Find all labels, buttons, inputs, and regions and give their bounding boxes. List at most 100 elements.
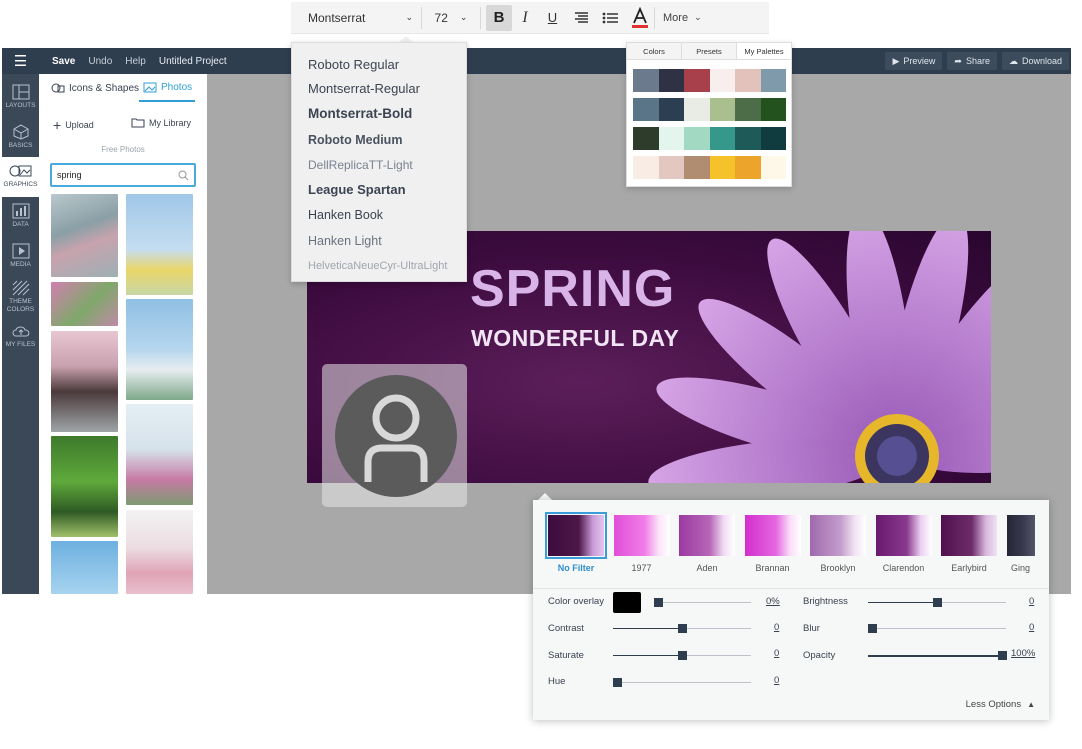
saturate-track[interactable]: [682, 655, 751, 656]
font-option[interactable]: DellReplicaTT-Light: [308, 158, 413, 172]
color-swatch[interactable]: [633, 127, 659, 150]
contrast-track[interactable]: [682, 628, 751, 629]
download-button[interactable]: ☁ Download: [1001, 52, 1069, 70]
my-library-button[interactable]: My Library: [131, 117, 191, 128]
less-options-button[interactable]: Less Options ▲: [966, 699, 1035, 710]
color-swatch[interactable]: [658, 98, 684, 121]
filter-label[interactable]: Earlybird: [936, 563, 1002, 573]
font-option[interactable]: Roboto Medium: [308, 133, 402, 147]
filter-thumb[interactable]: [1006, 515, 1035, 556]
rail-my-files[interactable]: MY FILES: [2, 317, 39, 357]
rail-layouts[interactable]: LAYOUTS: [2, 78, 39, 118]
color-swatch[interactable]: [633, 98, 659, 121]
rail-graphics[interactable]: GRAPHICS: [2, 157, 39, 197]
rail-data[interactable]: DATA: [2, 197, 39, 237]
color-swatch[interactable]: [760, 127, 786, 150]
brightness-knob[interactable]: [933, 598, 942, 607]
photo-thumb[interactable]: [126, 194, 193, 295]
hue-track[interactable]: [613, 682, 751, 683]
color-swatch[interactable]: [684, 98, 710, 121]
photo-thumb[interactable]: [51, 541, 118, 594]
rail-theme-colors[interactable]: THEME COLORS: [2, 274, 39, 318]
banner-title[interactable]: SPRING: [470, 259, 675, 319]
font-option[interactable]: Hanken Light: [308, 234, 382, 248]
color-swatch[interactable]: [760, 69, 786, 92]
tab-my-palettes[interactable]: My Palettes: [737, 43, 791, 59]
photo-thumb[interactable]: [51, 194, 118, 277]
font-option[interactable]: Montserrat-Bold: [308, 106, 412, 121]
search-icon[interactable]: [178, 170, 189, 181]
contrast-knob[interactable]: [678, 624, 687, 633]
filter-label[interactable]: Brannan: [740, 563, 806, 573]
color-swatch[interactable]: [709, 98, 735, 121]
color-swatch[interactable]: [709, 127, 735, 150]
filter-label[interactable]: Ging: [1002, 563, 1040, 573]
color-swatch[interactable]: [658, 156, 684, 179]
blur-knob[interactable]: [868, 624, 877, 633]
filter-thumb[interactable]: [744, 515, 801, 556]
save-button[interactable]: Save: [52, 56, 75, 67]
color-swatch[interactable]: [709, 156, 735, 179]
tab-icons-shapes[interactable]: Icons & Shapes: [51, 82, 139, 94]
font-family-dropdown[interactable]: Montserrat ⌄: [291, 11, 421, 25]
filter-label[interactable]: 1977: [609, 563, 675, 573]
filter-thumb[interactable]: [941, 515, 997, 556]
tab-colors[interactable]: Colors: [627, 43, 682, 59]
share-button[interactable]: ➦ Share: [947, 52, 997, 70]
font-option[interactable]: League Spartan: [308, 182, 406, 197]
font-option[interactable]: Montserrat-Regular: [308, 81, 420, 96]
filter-thumb[interactable]: [679, 515, 735, 556]
project-title[interactable]: Untitled Project: [159, 56, 227, 67]
filter-thumb[interactable]: [545, 512, 607, 559]
color-swatch[interactable]: [735, 156, 761, 179]
color-swatch[interactable]: [633, 156, 659, 179]
filter-thumb[interactable]: [810, 515, 866, 556]
photo-thumb[interactable]: [51, 436, 118, 537]
filter-label[interactable]: Brooklyn: [805, 563, 871, 573]
rail-basics[interactable]: BASICS: [2, 118, 39, 158]
font-size-dropdown[interactable]: 72 ⌄: [422, 11, 480, 25]
image-placeholder[interactable]: [322, 364, 467, 507]
menu-icon[interactable]: ☰: [2, 48, 39, 74]
underline-button[interactable]: U: [538, 10, 567, 25]
saturate-knob[interactable]: [678, 651, 687, 660]
more-dropdown[interactable]: More ⌄: [663, 12, 702, 24]
hue-knob[interactable]: [613, 678, 622, 687]
preview-button[interactable]: ▶ Preview: [885, 52, 943, 70]
tab-presets[interactable]: Presets: [682, 43, 737, 59]
color-swatch[interactable]: [633, 69, 659, 92]
color-swatch[interactable]: [735, 69, 761, 92]
color-swatch[interactable]: [684, 69, 710, 92]
font-option[interactable]: HelveticaNeueCyr-UltraLight: [308, 260, 447, 272]
photo-thumb[interactable]: [126, 510, 193, 594]
color-overlay-knob[interactable]: [654, 598, 663, 607]
color-swatch[interactable]: [658, 127, 684, 150]
filter-label[interactable]: Clarendon: [871, 563, 937, 573]
photo-thumb[interactable]: [126, 404, 193, 505]
color-swatch[interactable]: [735, 127, 761, 150]
color-swatch[interactable]: [709, 69, 735, 92]
color-overlay-track[interactable]: [657, 602, 751, 603]
opacity-knob[interactable]: [998, 651, 1007, 660]
brightness-track[interactable]: [938, 602, 1006, 603]
banner-subtitle[interactable]: WONDERFUL DAY: [471, 325, 679, 352]
font-option[interactable]: Roboto Regular: [308, 57, 399, 72]
align-right-button[interactable]: [567, 11, 596, 24]
font-option[interactable]: Hanken Book: [308, 208, 383, 222]
color-swatch[interactable]: [760, 156, 786, 179]
undo-button[interactable]: Undo: [88, 56, 112, 67]
color-swatch[interactable]: [658, 69, 684, 92]
rail-media[interactable]: MEDIA: [2, 237, 39, 277]
blur-track[interactable]: [868, 628, 1006, 629]
photo-thumb[interactable]: [51, 331, 118, 432]
color-overlay-swatch[interactable]: [613, 592, 641, 613]
filter-thumb[interactable]: [613, 515, 670, 556]
photo-thumb[interactable]: [126, 299, 193, 400]
color-swatch[interactable]: [760, 98, 786, 121]
italic-button[interactable]: I: [512, 9, 538, 27]
filter-thumb[interactable]: [875, 515, 932, 556]
help-button[interactable]: Help: [125, 56, 146, 67]
filter-label[interactable]: No Filter: [543, 563, 609, 573]
text-color-button[interactable]: [625, 6, 654, 29]
color-swatch[interactable]: [735, 98, 761, 121]
